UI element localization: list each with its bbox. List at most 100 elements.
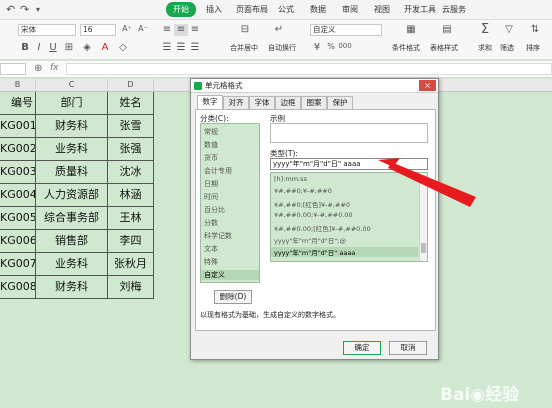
category-item[interactable]: 数值 <box>204 140 218 150</box>
font-size-select[interactable]: 16 <box>80 24 116 36</box>
type-item[interactable]: ¥#,##0;¥-#,##0 <box>274 187 332 195</box>
table-cell[interactable]: 人力资源部 <box>36 184 108 207</box>
type-item[interactable]: ¥#,##0.00;¥-#,##0.00 <box>274 211 353 219</box>
align-right-icon[interactable]: ☰ <box>188 42 202 54</box>
table-cell[interactable]: 业务科 <box>36 138 108 161</box>
shrink-font-icon[interactable]: A⁻ <box>136 24 150 36</box>
tab-data[interactable]: 数据 <box>310 4 326 15</box>
table-cell[interactable]: 张秋月 <box>108 253 154 276</box>
column-header-d[interactable]: D <box>108 79 154 92</box>
table-cell[interactable]: 刘梅 <box>108 276 154 299</box>
formula-input[interactable] <box>66 63 552 75</box>
dropdown-icon[interactable]: ▾ <box>36 5 40 14</box>
column-header-b[interactable]: B <box>0 79 36 92</box>
thousands-icon[interactable]: 000 <box>338 42 352 54</box>
table-cell[interactable]: 编号 <box>0 92 36 115</box>
tab-page-layout[interactable]: 页面布局 <box>236 4 268 15</box>
tab-formulas[interactable]: 公式 <box>278 4 294 15</box>
column-header-c[interactable]: C <box>36 79 108 92</box>
align-middle-icon[interactable]: ≡ <box>174 24 188 36</box>
table-cell[interactable]: 部门 <box>36 92 108 115</box>
border-icon[interactable]: ⊞ <box>62 42 76 54</box>
category-item[interactable]: 分数 <box>204 218 218 228</box>
tab-pattern[interactable]: 图案 <box>301 96 327 109</box>
table-cell[interactable]: 财务科 <box>36 115 108 138</box>
table-cell[interactable]: KG001 <box>0 115 36 138</box>
tab-cloud[interactable]: 云服务 <box>442 4 466 15</box>
table-cell[interactable]: 林涵 <box>108 184 154 207</box>
conditional-format-icon[interactable]: ▦ <box>404 24 418 36</box>
align-top-icon[interactable]: ≡ <box>160 24 174 36</box>
tab-protection[interactable]: 保护 <box>327 96 353 109</box>
number-format-select[interactable]: 自定义 <box>310 24 382 36</box>
wrap-text-icon[interactable]: ↵ <box>272 24 286 36</box>
table-cell[interactable]: KG008 <box>0 276 36 299</box>
table-cell[interactable]: 综合事务部 <box>36 207 108 230</box>
font-name-select[interactable]: 宋体 <box>18 24 76 36</box>
filter-button[interactable]: 筛选 <box>500 43 514 53</box>
undo-icon[interactable]: ↶ <box>6 3 15 16</box>
table-cell[interactable]: KG005 <box>0 207 36 230</box>
dialog-titlebar[interactable]: 单元格格式 × <box>191 79 438 93</box>
sort-icon[interactable]: ⇅ <box>528 24 542 36</box>
merge-center-icon[interactable]: ⊟ <box>238 24 252 36</box>
tab-view[interactable]: 视图 <box>374 4 390 15</box>
table-cell[interactable]: KG004 <box>0 184 36 207</box>
category-item[interactable]: 货币 <box>204 153 218 163</box>
table-cell[interactable]: KG006 <box>0 230 36 253</box>
clear-format-icon[interactable]: ◇ <box>116 42 130 54</box>
tab-alignment[interactable]: 对齐 <box>223 96 249 109</box>
table-cell[interactable]: 张雪 <box>108 115 154 138</box>
italic-icon[interactable]: I <box>32 42 46 54</box>
delete-button[interactable]: 删除(D) <box>214 290 252 304</box>
ok-button[interactable]: 确定 <box>343 341 381 355</box>
tab-insert[interactable]: 插入 <box>206 4 222 15</box>
table-cell[interactable]: 姓名 <box>108 92 154 115</box>
table-cell[interactable]: 李四 <box>108 230 154 253</box>
type-list-scrollbar[interactable] <box>419 173 427 261</box>
table-cell[interactable]: 沈冰 <box>108 161 154 184</box>
table-style-button[interactable]: 表格样式 <box>430 43 458 53</box>
cancel-button[interactable]: 取消 <box>389 341 427 355</box>
tab-home[interactable]: 开始 <box>166 2 196 17</box>
close-icon[interactable]: × <box>419 80 436 91</box>
category-item[interactable]: 时间 <box>204 192 218 202</box>
category-item[interactable]: 自定义 <box>201 270 259 280</box>
align-left-icon[interactable]: ☰ <box>160 42 174 54</box>
tab-font[interactable]: 字体 <box>249 96 275 109</box>
type-input[interactable]: yyyy"年"m"月"d"日" aaaa <box>270 158 428 170</box>
tab-number[interactable]: 数字 <box>197 95 223 110</box>
grow-font-icon[interactable]: A⁺ <box>120 24 134 36</box>
font-color-icon[interactable]: A <box>98 42 112 54</box>
zoom-icon[interactable]: ⊕ <box>34 63 42 74</box>
align-bottom-icon[interactable]: ≡ <box>188 24 202 36</box>
sum-button[interactable]: 求和 <box>478 43 492 53</box>
category-item[interactable]: 科学记数 <box>204 231 232 241</box>
sort-button[interactable]: 排序 <box>526 43 540 53</box>
type-list[interactable]: [h]:mm:ss ¥#,##0;¥-#,##0 ¥#,##0;[红色]¥-#,##… <box>270 172 428 262</box>
category-item[interactable]: 日期 <box>204 179 218 189</box>
redo-icon[interactable]: ↷ <box>20 3 29 16</box>
underline-icon[interactable]: U <box>46 42 60 54</box>
merge-center-button[interactable]: 合并居中 <box>230 43 258 53</box>
table-cell[interactable]: 销售部 <box>36 230 108 253</box>
tab-developer[interactable]: 开发工具 <box>404 4 436 15</box>
category-item[interactable]: 常规 <box>204 127 218 137</box>
type-item[interactable]: yyyy"年"m"月"d"日" aaaa <box>271 247 418 257</box>
bold-icon[interactable]: B <box>18 42 32 54</box>
filter-icon[interactable]: ▽ <box>502 24 516 36</box>
type-item[interactable]: ¥#,##0;[红色]¥-#,##0 <box>274 199 350 209</box>
category-item[interactable]: 百分比 <box>204 205 225 215</box>
category-item[interactable]: 特殊 <box>204 257 218 267</box>
name-box[interactable] <box>0 63 26 75</box>
type-item[interactable]: [h]:mm:ss <box>274 175 307 183</box>
conditional-format-button[interactable]: 条件格式 <box>392 43 420 53</box>
table-cell[interactable]: 张强 <box>108 138 154 161</box>
table-style-icon[interactable]: ▤ <box>440 24 454 36</box>
table-cell[interactable]: KG007 <box>0 253 36 276</box>
sum-icon[interactable]: Σ <box>478 22 492 37</box>
percent-icon[interactable]: % <box>324 42 338 54</box>
table-cell[interactable]: 质量科 <box>36 161 108 184</box>
type-item[interactable]: ¥#,##0.00;[红色]¥-#,##0.00 <box>274 223 371 233</box>
table-cell[interactable]: KG003 <box>0 161 36 184</box>
